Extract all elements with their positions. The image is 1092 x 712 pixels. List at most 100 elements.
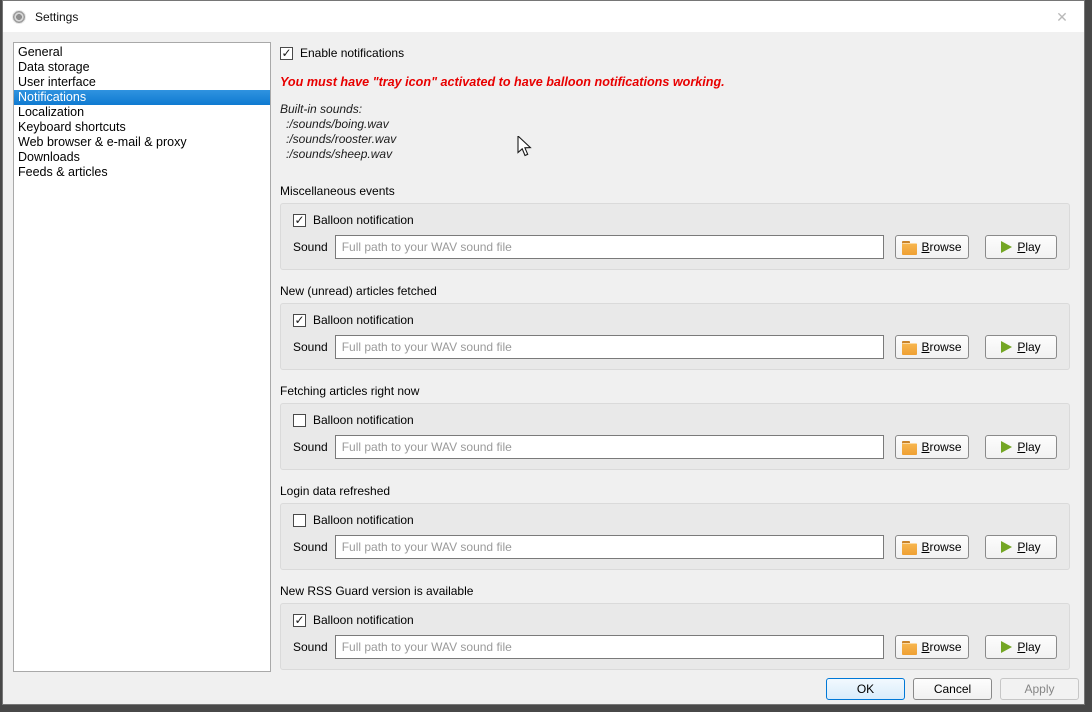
sidebar-item-downloads[interactable]: Downloads: [14, 150, 270, 165]
sidebar-item-keyboard-shortcuts[interactable]: Keyboard shortcuts: [14, 120, 270, 135]
sound-path-input[interactable]: [335, 235, 884, 259]
balloon-notification-checkbox[interactable]: ✓: [293, 314, 306, 327]
browse-button-label: Browse: [921, 240, 961, 254]
settings-category-list: GeneralData storageUser interfaceNotific…: [13, 42, 271, 672]
sound-label: Sound: [293, 540, 328, 554]
play-button[interactable]: Play: [985, 535, 1057, 559]
notification-section: Login data refreshed Balloon notificatio…: [280, 484, 1070, 570]
play-icon: [1001, 641, 1012, 653]
balloon-checkbox-row[interactable]: Balloon notification: [293, 513, 1057, 527]
balloon-notification-checkbox[interactable]: ✓: [293, 214, 306, 227]
sound-label: Sound: [293, 440, 328, 454]
balloon-notification-label: Balloon notification: [313, 313, 414, 327]
play-button-label: Play: [1017, 440, 1040, 454]
balloon-notification-label: Balloon notification: [313, 213, 414, 227]
balloon-checkbox-row[interactable]: Balloon notification: [293, 413, 1057, 427]
builtin-sounds-title: Built-in sounds:: [280, 102, 1070, 117]
builtin-sound-path: :/sounds/boing.wav: [280, 117, 1070, 132]
browse-button-label: Browse: [921, 540, 961, 554]
play-button[interactable]: Play: [985, 235, 1057, 259]
balloon-notification-checkbox[interactable]: [293, 514, 306, 527]
folder-icon: [902, 341, 917, 354]
balloon-notification-label: Balloon notification: [313, 413, 414, 427]
play-button-label: Play: [1017, 540, 1040, 554]
section-title: Miscellaneous events: [280, 184, 1070, 198]
browse-button-label: Browse: [921, 640, 961, 654]
play-icon: [1001, 241, 1012, 253]
sidebar-item-web-browser-e-mail-proxy[interactable]: Web browser & e-mail & proxy: [14, 135, 270, 150]
balloon-notification-label: Balloon notification: [313, 613, 414, 627]
apply-button[interactable]: Apply: [1000, 678, 1079, 700]
folder-icon: [902, 241, 917, 254]
builtin-sound-path: :/sounds/rooster.wav: [280, 132, 1070, 147]
enable-notifications-label: Enable notifications: [300, 46, 404, 60]
play-button[interactable]: Play: [985, 635, 1057, 659]
play-button-label: Play: [1017, 240, 1040, 254]
enable-notifications-checkbox-row[interactable]: ✓ Enable notifications: [280, 46, 1070, 60]
sound-path-input[interactable]: [335, 435, 884, 459]
dialog-buttons: OK Cancel Apply: [826, 678, 1079, 700]
browse-button[interactable]: Browse: [895, 535, 969, 559]
balloon-checkbox-row[interactable]: ✓ Balloon notification: [293, 313, 1057, 327]
notification-section: Miscellaneous events ✓ Balloon notificat…: [280, 184, 1070, 270]
close-icon[interactable]: ✕: [1052, 7, 1072, 27]
sidebar-item-localization[interactable]: Localization: [14, 105, 270, 120]
section-panel: ✓ Balloon notification Sound Browse Play: [280, 203, 1070, 270]
sound-path-input[interactable]: [335, 635, 884, 659]
sound-row: Sound Browse Play: [293, 635, 1057, 659]
title-bar[interactable]: Settings ✕: [3, 1, 1084, 32]
cancel-button[interactable]: Cancel: [913, 678, 992, 700]
notification-section: New (unread) articles fetched ✓ Balloon …: [280, 284, 1070, 370]
notification-section: New RSS Guard version is available ✓ Bal…: [280, 584, 1070, 670]
sound-path-input[interactable]: [335, 535, 884, 559]
section-panel: ✓ Balloon notification Sound Browse Play: [280, 303, 1070, 370]
sound-row: Sound Browse Play: [293, 335, 1057, 359]
section-title: Login data refreshed: [280, 484, 1070, 498]
folder-icon: [902, 641, 917, 654]
sidebar-item-notifications[interactable]: Notifications: [14, 90, 270, 105]
sidebar-item-data-storage[interactable]: Data storage: [14, 60, 270, 75]
ok-button[interactable]: OK: [826, 678, 905, 700]
balloon-checkbox-row[interactable]: ✓ Balloon notification: [293, 213, 1057, 227]
play-button[interactable]: Play: [985, 335, 1057, 359]
sidebar-item-user-interface[interactable]: User interface: [14, 75, 270, 90]
section-title: Fetching articles right now: [280, 384, 1070, 398]
browse-button[interactable]: Browse: [895, 435, 969, 459]
section-title: New (unread) articles fetched: [280, 284, 1070, 298]
browse-button[interactable]: Browse: [895, 635, 969, 659]
notification-section: Fetching articles right now Balloon noti…: [280, 384, 1070, 470]
settings-dialog: Settings ✕ GeneralData storageUser inter…: [2, 0, 1085, 705]
sound-label: Sound: [293, 240, 328, 254]
section-panel: Balloon notification Sound Browse Play: [280, 403, 1070, 470]
balloon-checkbox-row[interactable]: ✓ Balloon notification: [293, 613, 1057, 627]
sound-path-input[interactable]: [335, 335, 884, 359]
section-title: New RSS Guard version is available: [280, 584, 1070, 598]
browse-button[interactable]: Browse: [895, 235, 969, 259]
sidebar-item-feeds-articles[interactable]: Feeds & articles: [14, 165, 270, 180]
tray-icon-warning-text: You must have "tray icon" activated to h…: [280, 75, 1070, 89]
play-button[interactable]: Play: [985, 435, 1057, 459]
builtin-sounds-note: Built-in sounds: :/sounds/boing.wav :/so…: [280, 102, 1070, 162]
sound-row: Sound Browse Play: [293, 435, 1057, 459]
window-title: Settings: [35, 10, 78, 24]
enable-notifications-checkbox[interactable]: ✓: [280, 47, 293, 60]
sidebar-item-general[interactable]: General: [14, 45, 270, 60]
desktop-background: { "window": { "title": "Settings" }, "ic…: [0, 0, 1092, 712]
browse-button-label: Browse: [921, 440, 961, 454]
browse-button[interactable]: Browse: [895, 335, 969, 359]
sound-label: Sound: [293, 340, 328, 354]
notification-sections: Miscellaneous events ✓ Balloon notificat…: [280, 184, 1070, 670]
balloon-notification-label: Balloon notification: [313, 513, 414, 527]
section-panel: ✓ Balloon notification Sound Browse Play: [280, 603, 1070, 670]
play-icon: [1001, 341, 1012, 353]
builtin-sound-path: :/sounds/sheep.wav: [280, 147, 1070, 162]
browse-button-label: Browse: [921, 340, 961, 354]
settings-icon: [12, 10, 26, 24]
balloon-notification-checkbox[interactable]: ✓: [293, 614, 306, 627]
play-button-label: Play: [1017, 340, 1040, 354]
folder-icon: [902, 541, 917, 554]
play-icon: [1001, 441, 1012, 453]
notifications-page: ✓ Enable notifications You must have "tr…: [280, 42, 1070, 684]
play-icon: [1001, 541, 1012, 553]
balloon-notification-checkbox[interactable]: [293, 414, 306, 427]
